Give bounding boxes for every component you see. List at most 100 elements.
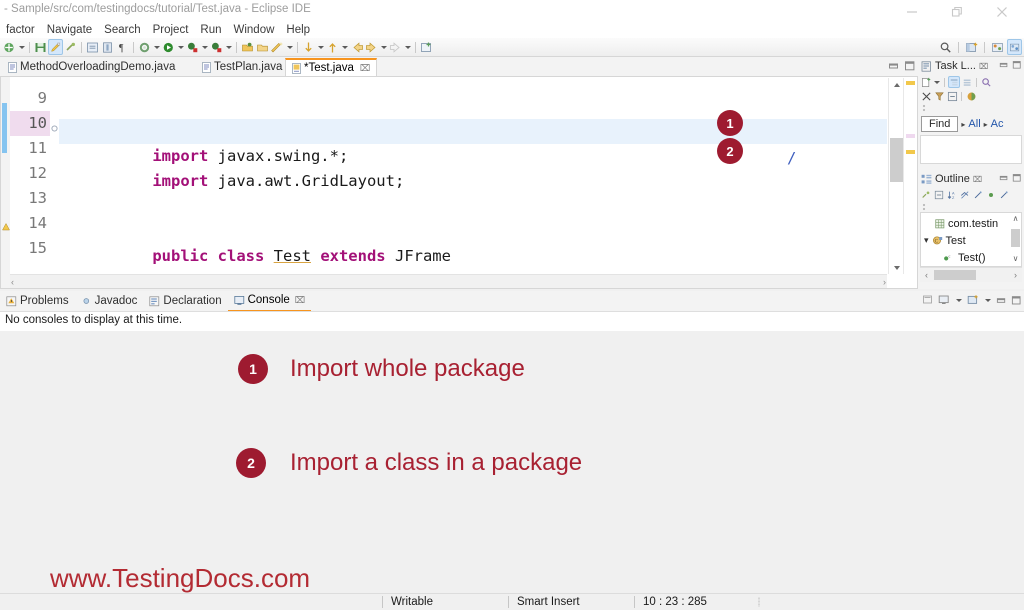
scroll-right-icon[interactable]: › [883,275,886,288]
folding-ruler[interactable] [50,77,59,288]
scroll-left-icon[interactable]: ‹ [11,275,14,288]
menu-item-help[interactable]: Help [280,22,316,38]
search-dropdown-icon[interactable] [285,39,294,55]
next-annotation-dropdown-icon[interactable] [316,39,325,55]
scroll-down-icon[interactable] [889,261,904,274]
open-console-dropdown-icon[interactable] [983,294,992,306]
outline-horizontal-scrollbar[interactable]: ‹ › [920,267,1022,282]
editor-vertical-scrollbar[interactable] [888,78,904,274]
scroll-up-icon[interactable]: ∧ [1010,213,1021,224]
flat-view-icon[interactable] [961,76,973,88]
maximize-panel-icon[interactable] [1012,60,1022,70]
previous-annotation-icon[interactable] [325,39,340,55]
scroll-right-icon[interactable]: › [1009,268,1022,282]
new-wizard-icon[interactable] [2,39,17,55]
scrollbar-thumb[interactable] [934,270,976,280]
fold-marker-icon[interactable] [51,119,58,137]
find-scope-activity-link[interactable]: Ac [991,118,1004,130]
tab-declaration[interactable]: Declaration [143,292,227,311]
filter-icon[interactable] [933,90,945,102]
highlight-icon[interactable] [48,39,63,55]
back-icon[interactable] [349,39,364,55]
task-list-body[interactable] [920,135,1022,164]
categorized-view-icon[interactable] [948,76,960,88]
task-list-drag-handle[interactable] [918,103,1024,113]
outline-drag-handle[interactable] [918,202,1024,212]
debug-dropdown-icon[interactable] [200,39,209,55]
outline-item-package[interactable]: com.testin [921,215,1021,232]
delete-task-icon[interactable] [920,90,932,102]
save-icon[interactable] [33,39,48,55]
forward-nav-dropdown-icon[interactable] [403,39,412,55]
block-selection-icon[interactable] [100,39,115,55]
outline-header[interactable]: Outline ⌧ [918,170,1024,188]
editor-tab-close-icon[interactable]: ⌧ [360,63,370,74]
coverage-dropdown-icon[interactable] [224,39,233,55]
back-dropdown-icon[interactable] [379,39,388,55]
maximize-panel-icon[interactable] [1011,295,1022,306]
minimize-panel-icon[interactable] [999,60,1009,70]
overview-ruler[interactable] [903,78,917,274]
hide-fields-icon[interactable] [959,189,971,201]
scroll-left-icon[interactable]: ‹ [920,268,933,282]
outline-item-constructor[interactable]: c Test() [921,249,1021,266]
open-console-icon[interactable] [967,294,979,306]
close-icon[interactable] [979,0,1024,24]
editor-tab-test-plan[interactable]: TestPlan.java [196,58,288,76]
menu-item-navigate[interactable]: Navigate [41,22,98,38]
maximize-panel-icon[interactable] [1012,173,1022,183]
hide-static-icon[interactable] [972,189,984,201]
maximize-panel-icon[interactable] [903,59,916,72]
tab-problems[interactable]: Problems [0,292,75,311]
new-task-dropdown-icon[interactable] [933,76,941,88]
previous-annotation-dropdown-icon[interactable] [340,39,349,55]
perspective-java-ee-icon[interactable] [990,39,1005,55]
menu-item-run[interactable]: Run [194,22,227,38]
find-scope-all-link[interactable]: All [968,118,980,130]
warning-marker-icon[interactable] [2,218,10,236]
find-button[interactable]: Find [921,116,959,132]
focus-task-icon[interactable] [980,76,992,88]
new-task-icon[interactable] [920,76,932,88]
quick-fix-icon[interactable] [63,39,78,55]
debug-icon[interactable] [185,39,200,55]
open-perspective-icon[interactable] [964,39,979,55]
open-resource-icon[interactable] [255,39,270,55]
menu-item-project[interactable]: Project [147,22,195,38]
code-editor[interactable]: / import javax.swing.*; import java.awt.… [0,76,918,289]
scroll-down-icon[interactable]: ∨ [1010,253,1021,264]
outline-item-class[interactable]: ▾ C Test [921,232,1021,249]
perspective-java-icon[interactable] [1007,39,1022,55]
console-dropdown-icon[interactable] [954,294,963,306]
chevron-down-icon[interactable]: ▾ [924,235,929,246]
hide-local-types-icon[interactable] [998,189,1010,201]
search-icon[interactable] [938,39,953,55]
search-wand-icon[interactable] [270,39,285,55]
scroll-up-icon[interactable] [889,78,904,91]
open-type-icon[interactable] [240,39,255,55]
minimize-panel-icon[interactable] [996,295,1007,306]
external-tools-icon[interactable] [137,39,152,55]
run-dropdown-icon[interactable] [176,39,185,55]
task-list-close-icon[interactable]: ⌧ [979,62,988,71]
menu-item-window[interactable]: Window [228,22,281,38]
scrollbar-thumb[interactable] [890,138,903,182]
run-icon[interactable] [161,39,176,55]
tab-console[interactable]: Console ⌧ [227,291,312,312]
scrollbar-thumb[interactable] [1011,229,1020,247]
forward-nav-icon[interactable] [388,39,403,55]
pilcrow-icon[interactable]: ¶ [115,39,130,55]
code-lines[interactable]: import javax.swing.*; import java.awt.Gr… [59,77,887,288]
restore-icon[interactable] [934,0,979,24]
external-tools-dropdown-icon[interactable] [152,39,161,55]
minimize-panel-icon[interactable] [999,173,1009,183]
display-selected-console-icon[interactable] [938,294,950,306]
new-window-icon[interactable] [419,39,434,55]
coverage-icon[interactable] [209,39,224,55]
task-list-header[interactable]: Task L... ⌧ [918,57,1024,75]
next-annotation-icon[interactable] [301,39,316,55]
console-tab-close-icon[interactable]: ⌧ [295,295,305,306]
editor-tab-method-overloading-demo[interactable]: MethodOverloadingDemo.java [2,58,181,76]
focus-on-active-icon[interactable] [920,189,932,201]
outline-close-icon[interactable]: ⌧ [973,175,982,184]
